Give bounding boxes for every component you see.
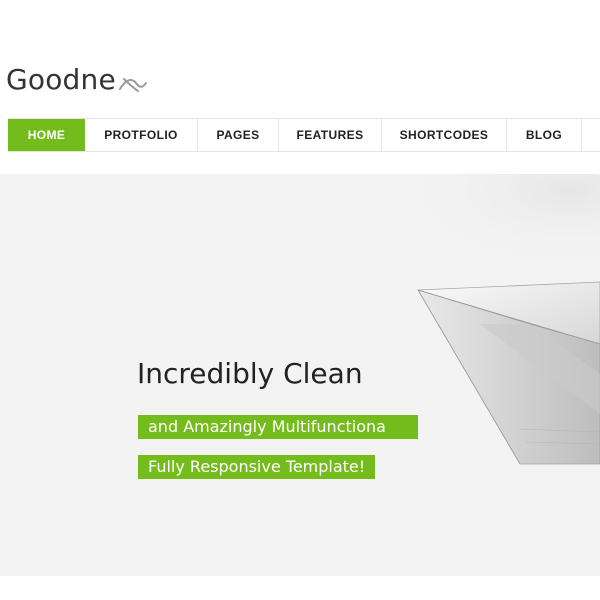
- hero-headline: Incredibly Clean: [137, 357, 363, 390]
- logo[interactable]: Goodne: [6, 58, 148, 94]
- nav-item-features[interactable]: FEATURES: [279, 119, 382, 151]
- logo-text: Goodne: [6, 63, 116, 96]
- nav-item-pages[interactable]: PAGES: [198, 119, 279, 151]
- hero-slider: Incredibly Clean and Amazingly Multifunc…: [0, 174, 600, 576]
- nav-item-label: SHORTCODES: [399, 128, 489, 142]
- hero-tagline-1: and Amazingly Multifunctiona: [138, 415, 418, 439]
- nav-item-protfolio[interactable]: PROTFOLIO: [85, 119, 198, 151]
- main-nav: HOME PROTFOLIO PAGES FEATURES SHORTCODES…: [8, 118, 600, 152]
- nav-item-shortcodes[interactable]: SHORTCODES: [382, 119, 507, 151]
- nav-item-home[interactable]: HOME: [8, 119, 85, 151]
- nav-item-label: BLOG: [525, 128, 563, 142]
- hero-tagline-2: Fully Responsive Template!: [138, 455, 376, 479]
- nav-item-blog[interactable]: BLOG: [507, 119, 582, 151]
- nav-item-label: PROTFOLIO: [104, 128, 178, 142]
- nav-item-label: PAGES: [216, 128, 260, 142]
- logo-x-mark-icon: [118, 78, 147, 92]
- nav-item-label: FEATURES: [296, 128, 364, 142]
- nav-item-label: HOME: [27, 128, 66, 142]
